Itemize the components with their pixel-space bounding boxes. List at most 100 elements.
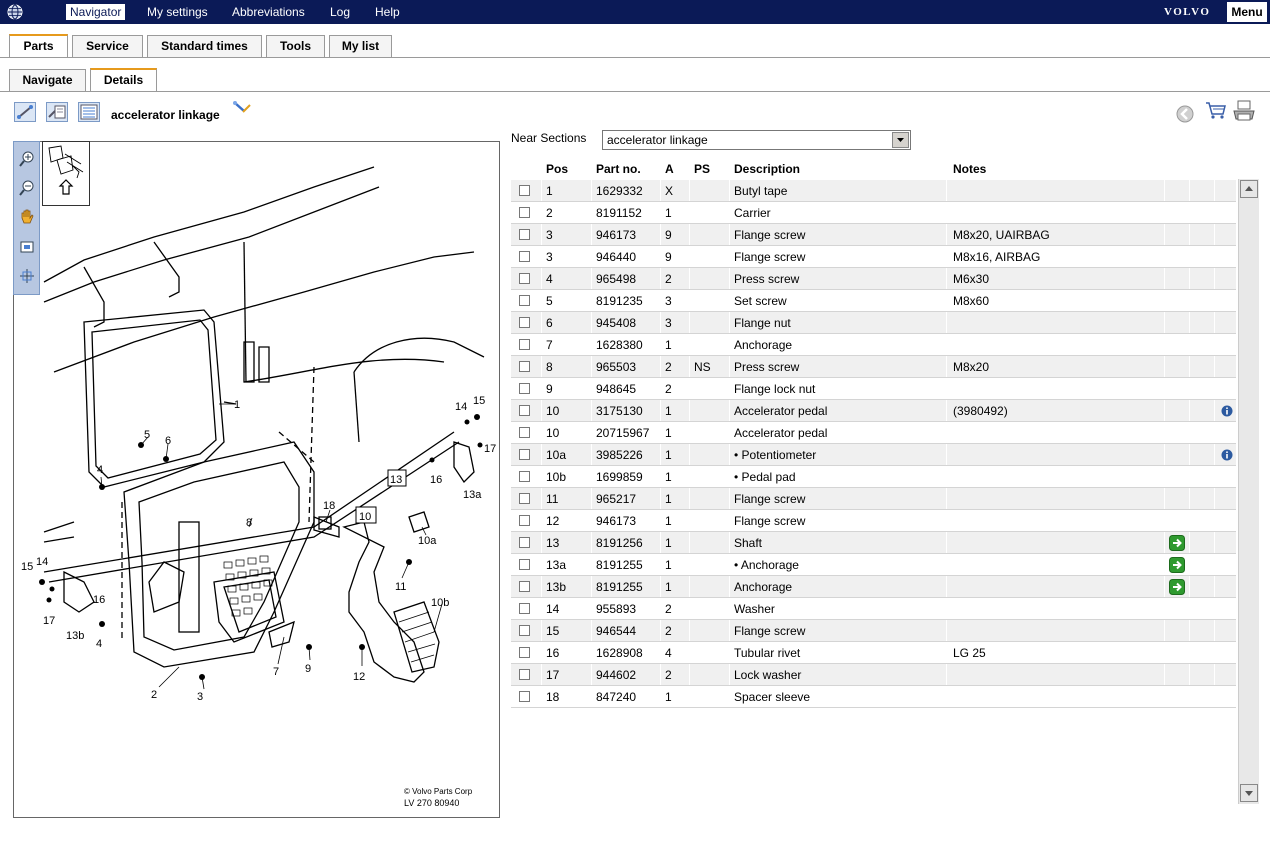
zoom-in-icon[interactable] <box>18 150 36 168</box>
cell-part-no[interactable]: 955893 <box>596 602 636 616</box>
row-checkbox[interactable] <box>519 471 530 482</box>
table-row[interactable]: 7 1628380 1 Anchorage <box>511 334 1236 356</box>
table-row[interactable]: 16 1628908 4 Tubular rivet LG 25 <box>511 642 1236 664</box>
row-checkbox[interactable] <box>519 317 530 328</box>
row-checkbox[interactable] <box>519 427 530 438</box>
cell-part-no[interactable]: 945408 <box>596 316 636 330</box>
callout-10b[interactable]: 10b <box>431 597 449 609</box>
col-description[interactable]: Description <box>734 162 800 176</box>
zoom-out-icon[interactable] <box>18 179 36 197</box>
table-row[interactable]: 18 847240 1 Spacer sleeve <box>511 686 1236 708</box>
menu-help[interactable]: Help <box>371 4 404 20</box>
list-view-icon[interactable] <box>78 102 100 122</box>
cell-part-no[interactable]: 965503 <box>596 360 636 374</box>
near-sections-select[interactable]: accelerator linkage <box>602 130 911 150</box>
table-row[interactable]: 14 955893 2 Washer <box>511 598 1236 620</box>
table-row[interactable]: 5 8191235 3 Set screw M8x60 <box>511 290 1236 312</box>
row-checkbox[interactable] <box>519 383 530 394</box>
table-row[interactable]: 6 945408 3 Flange nut <box>511 312 1236 334</box>
linkage-view-icon[interactable] <box>14 102 36 122</box>
diagram-thumbnail[interactable] <box>42 141 90 206</box>
back-icon[interactable] <box>1176 105 1194 123</box>
table-row[interactable]: 10 20715967 1 Accelerator pedal <box>511 422 1236 444</box>
callout-4a[interactable]: 4 <box>97 464 103 476</box>
info-icon[interactable] <box>1221 449 1233 461</box>
go-arrow-icon[interactable] <box>1169 557 1185 573</box>
callout-16b[interactable]: 16 <box>93 594 105 606</box>
table-row[interactable]: 4 965498 2 Press screw M6x30 <box>511 268 1236 290</box>
table-scrollbar[interactable] <box>1238 179 1259 804</box>
menu-my-settings[interactable]: My settings <box>143 4 212 20</box>
menu-abbreviations[interactable]: Abbreviations <box>228 4 309 20</box>
go-arrow-icon[interactable] <box>1169 535 1185 551</box>
callout-8[interactable]: 8 <box>246 517 252 529</box>
table-row[interactable]: 9 948645 2 Flange lock nut <box>511 378 1236 400</box>
col-part-no[interactable]: Part no. <box>596 162 641 176</box>
row-checkbox[interactable] <box>519 207 530 218</box>
pan-hand-icon[interactable] <box>18 208 36 226</box>
row-checkbox[interactable] <box>519 581 530 592</box>
go-arrow-icon[interactable] <box>1169 579 1185 595</box>
tab-tools[interactable]: Tools <box>266 35 325 57</box>
table-row[interactable]: 3 946440 9 Flange screw M8x16, AIRBAG <box>511 246 1236 268</box>
row-checkbox[interactable] <box>519 493 530 504</box>
row-checkbox[interactable] <box>519 669 530 680</box>
cell-part-no[interactable]: 3175130 <box>596 404 643 418</box>
menu-log[interactable]: Log <box>326 4 354 20</box>
table-row[interactable]: 13 8191256 1 Shaft <box>511 532 1236 554</box>
callout-7[interactable]: 7 <box>273 666 279 678</box>
info-icon[interactable] <box>1221 405 1233 417</box>
row-checkbox[interactable] <box>519 185 530 196</box>
cell-part-no[interactable]: 8191256 <box>596 536 643 550</box>
callout-13[interactable]: 13 <box>390 474 402 486</box>
tab-parts[interactable]: Parts <box>9 34 68 57</box>
scroll-up-button[interactable] <box>1240 180 1258 198</box>
cell-part-no[interactable]: 944602 <box>596 668 636 682</box>
row-checkbox[interactable] <box>519 295 530 306</box>
cell-part-no[interactable]: 20715967 <box>596 426 649 440</box>
table-row[interactable]: 15 946544 2 Flange screw <box>511 620 1236 642</box>
cell-part-no[interactable]: 965498 <box>596 272 636 286</box>
row-checkbox[interactable] <box>519 449 530 460</box>
cell-part-no[interactable]: 946544 <box>596 624 636 638</box>
col-ps[interactable]: PS <box>694 162 710 176</box>
cell-part-no[interactable]: 946173 <box>596 514 636 528</box>
callout-3[interactable]: 3 <box>197 691 203 703</box>
tab-standard-times[interactable]: Standard times <box>147 35 262 57</box>
menu-button[interactable]: Menu <box>1227 2 1267 22</box>
globe-icon[interactable] <box>7 4 23 20</box>
cell-part-no[interactable]: 948645 <box>596 382 636 396</box>
dropdown-arrow-icon[interactable] <box>892 132 909 148</box>
callout-14b[interactable]: 14 <box>36 556 48 568</box>
callout-18[interactable]: 18 <box>323 500 335 512</box>
reset-view-icon[interactable] <box>18 267 36 285</box>
callout-13b[interactable]: 13b <box>66 630 84 642</box>
pick-tool-icon[interactable] <box>232 100 252 116</box>
cell-part-no[interactable]: 8191235 <box>596 294 643 308</box>
table-row[interactable]: 10b 1699859 1 • Pedal pad <box>511 466 1236 488</box>
row-checkbox[interactable] <box>519 251 530 262</box>
table-row[interactable]: 13a 8191255 1 • Anchorage <box>511 554 1236 576</box>
row-checkbox[interactable] <box>519 339 530 350</box>
scroll-down-button[interactable] <box>1240 784 1258 802</box>
row-checkbox[interactable] <box>519 405 530 416</box>
exploded-view-diagram[interactable]: 1 2 3 4 4 5 6 7 8 9 10 10a 10b 11 12 13 … <box>13 141 500 818</box>
callout-10a[interactable]: 10a <box>418 535 437 547</box>
cell-part-no[interactable]: 3985226 <box>596 448 643 462</box>
row-checkbox[interactable] <box>519 625 530 636</box>
cell-part-no[interactable]: 8191152 <box>596 206 642 220</box>
table-row[interactable]: 10 3175130 1 Accelerator pedal (3980492) <box>511 400 1236 422</box>
callout-5[interactable]: 5 <box>144 429 150 441</box>
fit-icon[interactable] <box>18 238 36 256</box>
callout-9[interactable]: 9 <box>305 663 311 675</box>
callout-2[interactable]: 2 <box>151 689 157 701</box>
row-checkbox[interactable] <box>519 603 530 614</box>
col-a[interactable]: A <box>665 162 674 176</box>
cell-part-no[interactable]: 8191255 <box>596 558 643 572</box>
row-checkbox[interactable] <box>519 515 530 526</box>
table-row[interactable]: 13b 8191255 1 Anchorage <box>511 576 1236 598</box>
subtab-details[interactable]: Details <box>90 68 157 91</box>
row-checkbox[interactable] <box>519 361 530 372</box>
detail-view-icon[interactable] <box>46 102 68 122</box>
table-row[interactable]: 17 944602 2 Lock washer <box>511 664 1236 686</box>
